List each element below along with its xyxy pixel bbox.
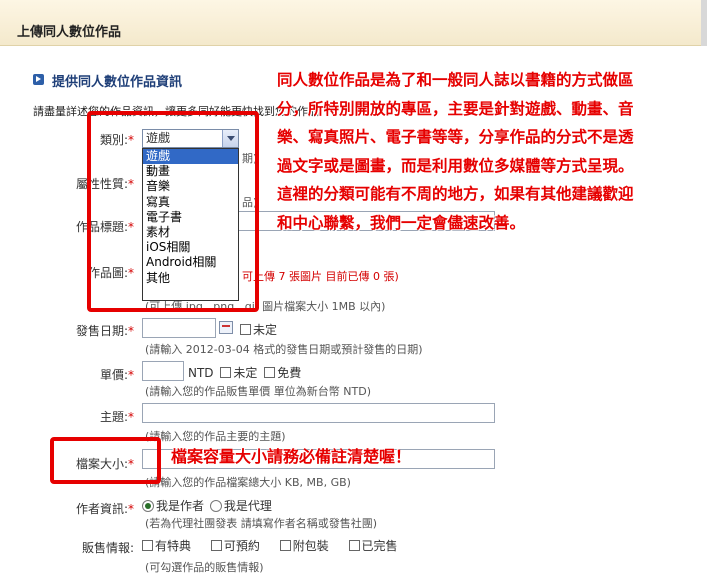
preorder-label: 可預約 xyxy=(223,539,260,553)
category-annotation: 同人數位作品是為了和一般同人誌以書籍的方式做區 分，所特別開放的專區，主要是針對… xyxy=(277,71,634,232)
author-info-hint: (若為代理社團發表 請填寫作者名稱或發售社團) xyxy=(145,517,378,530)
author-radio[interactable] xyxy=(142,500,154,512)
file-size-highlight-box xyxy=(50,437,161,484)
bonus-label: 有特典 xyxy=(155,539,192,553)
price-free-checkbox[interactable] xyxy=(264,367,276,378)
release-undecided-checkbox[interactable] xyxy=(240,324,251,335)
soldout-checkbox[interactable] xyxy=(348,540,360,551)
category-highlight-box xyxy=(87,111,259,312)
page-header: 上傳同人數位作品 xyxy=(0,0,707,46)
release-date-label: 發售日期:* xyxy=(75,324,134,338)
theme-hint: (請輸入您的作品主要的主題) xyxy=(145,430,286,443)
section-arrow-icon xyxy=(33,74,44,85)
author-option-label: 我是作者 xyxy=(156,499,205,513)
soldout-label: 已完售 xyxy=(361,539,398,553)
sales-info-label: 販售情報: xyxy=(81,541,134,555)
upload-count-note: 可上傳 7 張圖片 目前已傳 0 張) xyxy=(242,270,399,283)
author-info-label: 作者資訊:* xyxy=(75,502,134,516)
price-label: 單價:* xyxy=(99,368,134,382)
header-edge xyxy=(701,0,707,46)
packaging-label: 附包裝 xyxy=(292,539,329,553)
currency-label: NTD xyxy=(188,366,214,380)
packaging-checkbox[interactable] xyxy=(279,540,291,551)
price-undecided-label: 未定 xyxy=(233,366,258,380)
sales-options: 有特典 可預約 附包裝 已完售 xyxy=(142,537,398,554)
price-hint: (請輸入您的作品販售單價 單位為新台幣 NTD) xyxy=(145,385,371,398)
section-title: 提供同人數位作品資訊 xyxy=(52,75,183,90)
file-size-hint: (請輸入您的作品檔案總大小 KB, MB, GB) xyxy=(145,476,351,489)
bonus-checkbox[interactable] xyxy=(142,540,153,551)
theme-input[interactable] xyxy=(142,403,495,423)
price-input[interactable] xyxy=(142,361,184,381)
agent-radio[interactable] xyxy=(209,500,222,512)
page-title: 上傳同人數位作品 xyxy=(17,25,122,40)
price-free-label: 免費 xyxy=(277,366,302,380)
release-date-input[interactable] xyxy=(142,318,216,338)
calendar-icon[interactable] xyxy=(219,321,233,334)
price-options: NTD 未定 免費 xyxy=(188,364,301,381)
release-date-hint: (請輸入 2012-03-04 格式的發售日期或預計發售的日期) xyxy=(145,343,423,356)
author-radio-group: 我是作者 我是代理 xyxy=(142,497,272,514)
preorder-checkbox[interactable] xyxy=(210,540,222,551)
theme-label: 主題:* xyxy=(99,410,134,424)
sales-info-hint: (可勾選作品的販售情報) xyxy=(145,561,264,574)
agent-option-label: 我是代理 xyxy=(223,499,272,513)
release-date-undecided[interactable]: 未定 xyxy=(240,321,277,338)
file-size-annotation: 檔案容量大小請務必備註清楚喔！ xyxy=(171,447,412,466)
price-undecided-checkbox[interactable] xyxy=(220,367,232,378)
